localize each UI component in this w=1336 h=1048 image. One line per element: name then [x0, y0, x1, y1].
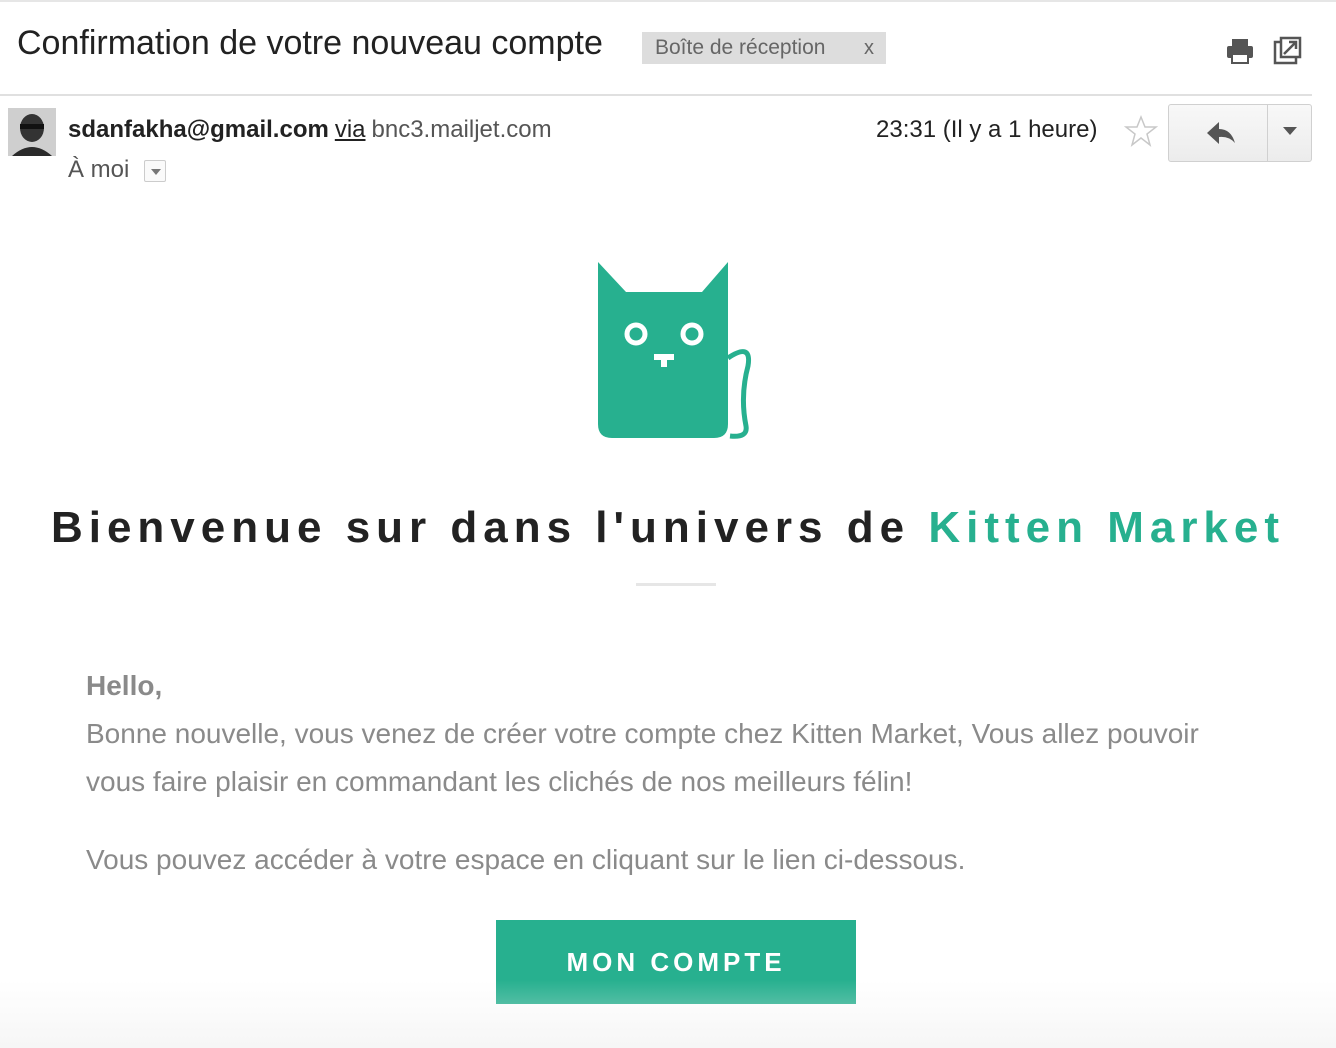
my-account-button[interactable]: MON COMPTE	[496, 920, 856, 1004]
email-subject: Confirmation de votre nouveau compte	[17, 24, 603, 62]
cat-logo-icon	[596, 256, 756, 440]
subject-row: Confirmation de votre nouveau compte Boî…	[0, 0, 1336, 96]
message-timestamp: 23:31 (Il y a 1 heure)	[876, 116, 1098, 143]
greeting: Hello,	[86, 670, 163, 701]
inbox-label-chip[interactable]: Boîte de réception x	[642, 32, 886, 64]
recipient-line: À moi	[68, 156, 130, 183]
reply-button[interactable]	[1169, 105, 1267, 161]
remove-label-button[interactable]: x	[864, 37, 874, 60]
welcome-headline: Bienvenue sur dans l'univers de Kitten M…	[0, 503, 1336, 553]
email-body: Hello, Bonne nouvelle, vous venez de cré…	[86, 662, 1256, 884]
reply-button-group	[1168, 104, 1312, 162]
headline-prefix: Bienvenue sur dans l'univers de	[50, 503, 929, 552]
headline-divider	[636, 583, 716, 586]
subject-divider	[0, 94, 1312, 96]
via-link[interactable]: via	[335, 116, 366, 143]
sender-email[interactable]: sdanfakha@gmail.com	[68, 116, 329, 143]
star-icon[interactable]	[1123, 114, 1159, 148]
recipient-details-dropdown[interactable]	[144, 160, 166, 182]
via-domain: bnc3.mailjet.com	[371, 116, 552, 143]
headline-brand: Kitten Market	[928, 503, 1286, 552]
inbox-label-text: Boîte de réception	[655, 36, 826, 59]
open-in-new-window-icon[interactable]	[1272, 36, 1302, 66]
sender-line: sdanfakha@gmail.com via bnc3.mailjet.com	[68, 116, 552, 144]
reply-icon	[1207, 122, 1235, 144]
print-icon[interactable]	[1225, 36, 1255, 66]
paragraph-access: Vous pouvez accéder à votre espace en cl…	[86, 844, 966, 875]
more-actions-button[interactable]	[1268, 105, 1311, 161]
paragraph-welcome: Bonne nouvelle, vous venez de créer votr…	[86, 718, 1199, 797]
sender-avatar[interactable]	[8, 108, 56, 156]
